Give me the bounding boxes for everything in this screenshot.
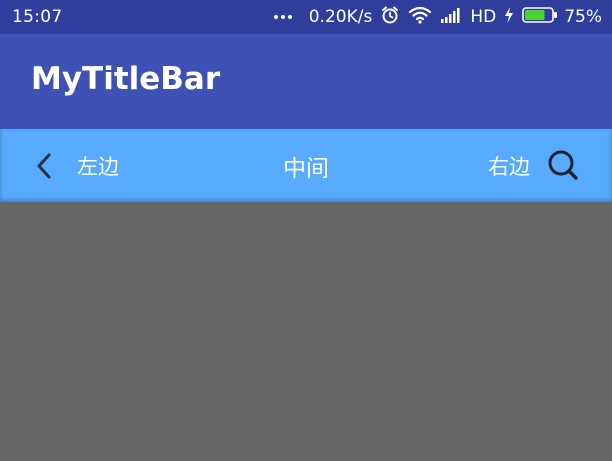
battery-icon xyxy=(522,6,558,29)
battery-fill xyxy=(525,9,545,20)
app-title: MyTitleBar xyxy=(31,61,221,97)
content-area xyxy=(0,202,612,461)
app-bar: MyTitleBar xyxy=(0,34,612,129)
alarm-icon xyxy=(380,5,400,30)
charging-icon xyxy=(504,6,514,29)
status-icons: 0.20K/s HD 75% xyxy=(266,0,602,34)
wifi-icon xyxy=(408,6,432,29)
more-dots-icon xyxy=(273,15,295,19)
right-label[interactable]: 右边 xyxy=(488,151,530,181)
network-type: HD xyxy=(470,7,497,27)
signal-icon xyxy=(440,7,462,28)
status-bar: 15:07 0.20K/s HD 75% xyxy=(0,0,612,34)
search-icon xyxy=(548,150,578,180)
custom-title-bar: 左边 中间 右边 xyxy=(0,129,612,202)
battery-percent: 75% xyxy=(564,7,602,27)
screen: 15:07 0.20K/s HD 75% MyTitleBar 左边 中间 右边 xyxy=(0,0,612,461)
network-speed: 0.20K/s xyxy=(308,7,373,27)
status-time: 15:07 xyxy=(12,7,63,27)
search-button[interactable] xyxy=(545,147,581,183)
